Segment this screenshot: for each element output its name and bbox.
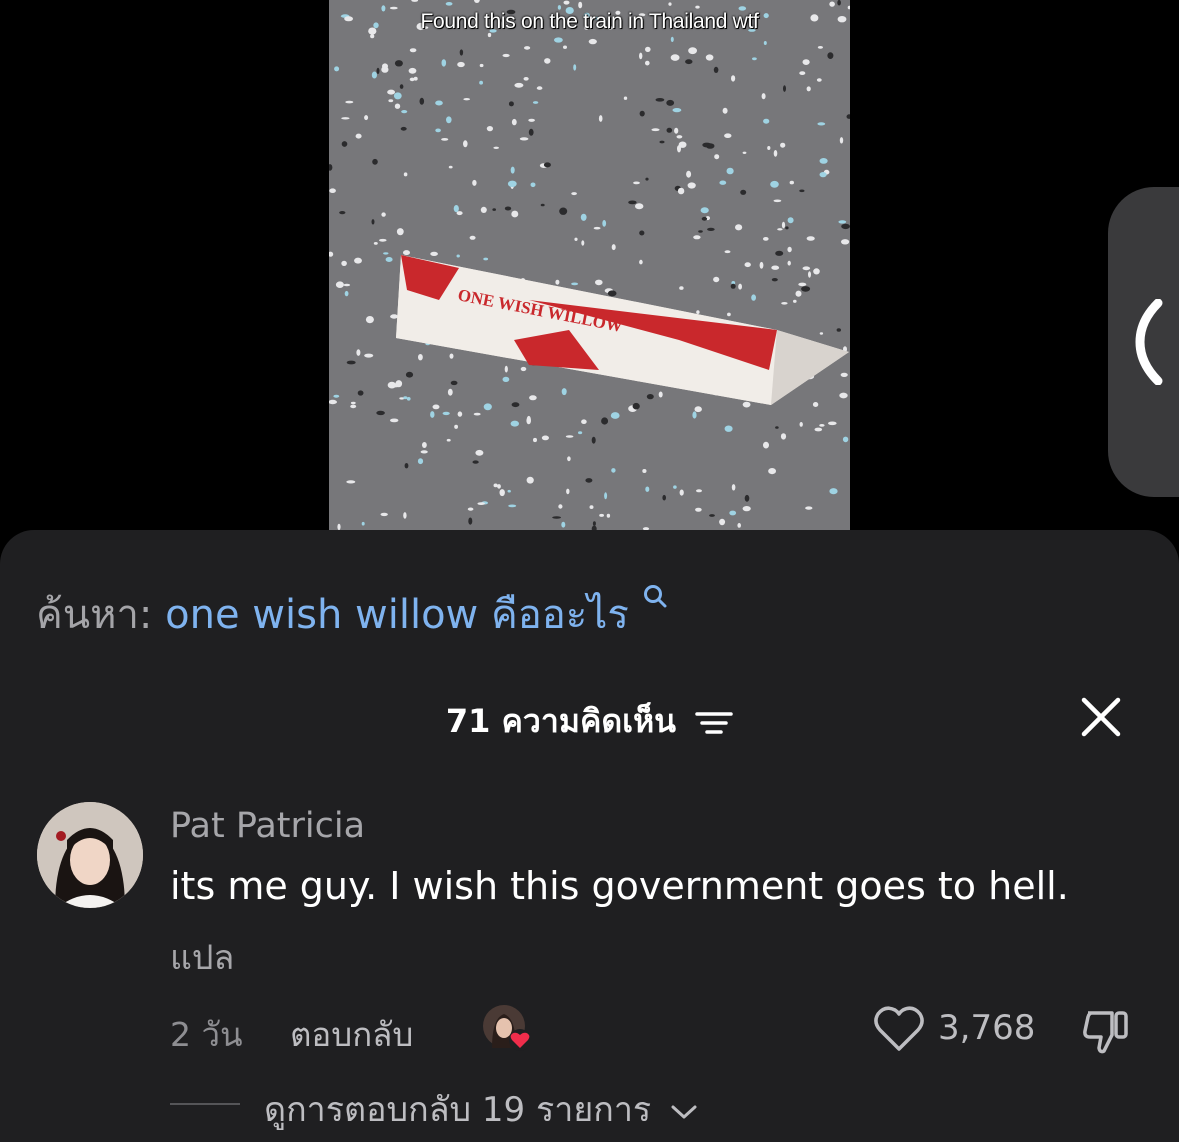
comments-header: 71 ความคิดเห็น bbox=[0, 696, 1179, 747]
replies-divider bbox=[170, 1103, 240, 1105]
like-count: 3,768 bbox=[938, 1008, 1036, 1048]
comments-count: 71 ความคิดเห็น bbox=[445, 702, 677, 740]
comment-text: its me guy. I wish this government goes … bbox=[170, 864, 1069, 908]
video-frame: ONE WISH WILLOW bbox=[329, 0, 850, 530]
dislike-icon[interactable] bbox=[1080, 1005, 1132, 1057]
reply-button[interactable]: ตอบกลับ bbox=[290, 1008, 413, 1061]
heart-icon bbox=[509, 1029, 530, 1051]
creator-liked-badge bbox=[483, 1005, 530, 1051]
search-query[interactable]: one wish willow คืออะไร bbox=[165, 592, 629, 638]
avatar[interactable] bbox=[37, 802, 143, 908]
avatar-image bbox=[37, 802, 143, 908]
comments-panel: ค้นหา: one wish willow คืออะไร 71 ความคิ… bbox=[0, 530, 1179, 1142]
search-icon bbox=[643, 585, 667, 608]
comment-time: 2 วัน bbox=[170, 1015, 243, 1054]
view-replies-label: ดูการตอบกลับ 19 รายการ bbox=[264, 1090, 652, 1130]
chevron-down-icon bbox=[671, 1105, 697, 1118]
heart-outline-icon[interactable] bbox=[873, 1005, 925, 1053]
close-icon[interactable] bbox=[1080, 696, 1122, 738]
view-replies-button[interactable]: ดูการตอบกลับ 19 รายการ bbox=[264, 1082, 698, 1136]
filter-icon[interactable] bbox=[695, 710, 733, 736]
side-panel-handle[interactable] bbox=[1108, 187, 1179, 497]
translate-link[interactable]: แปล bbox=[170, 930, 234, 984]
comment-username[interactable]: Pat Patricia bbox=[170, 806, 365, 846]
video-player[interactable]: ONE WISH WILLOW Found this on the train … bbox=[329, 0, 850, 530]
search-prefix: ค้นหา: bbox=[36, 592, 153, 638]
chevron-left-icon bbox=[1135, 299, 1163, 385]
search-suggestion[interactable]: ค้นหา: one wish willow คืออะไร bbox=[36, 582, 668, 646]
video-caption: Found this on the train in Thailand wtf bbox=[420, 10, 759, 33]
